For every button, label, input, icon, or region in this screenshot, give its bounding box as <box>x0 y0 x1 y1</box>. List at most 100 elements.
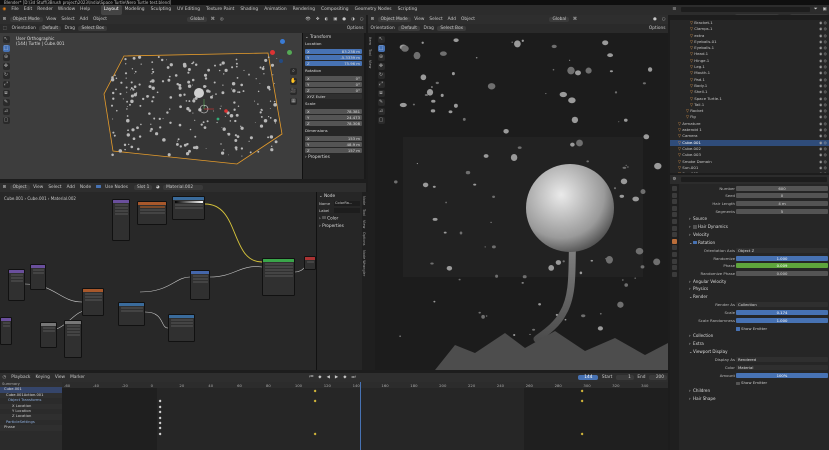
mode-selector[interactable]: Object Mode <box>9 17 43 22</box>
section-collection[interactable]: Collection <box>679 332 829 340</box>
rotation-mode-dropdown[interactable]: XYZ Euler <box>305 93 362 99</box>
outliner-type-icon[interactable]: ☰ <box>670 7 679 12</box>
right-editor-type-icon[interactable]: ⊞ <box>368 17 377 22</box>
scene-tab-icon[interactable] <box>672 212 677 218</box>
node-tab-node-wrangler[interactable]: Node Wrangler <box>362 246 366 276</box>
right-drag-dropdown[interactable]: Select Box <box>437 26 467 31</box>
node-tab-view[interactable]: View <box>362 216 366 228</box>
timeline-type-icon[interactable]: ◷ <box>0 375 9 380</box>
visibility-eye-icon[interactable]: ◉ ◎ <box>819 171 827 173</box>
properties-search[interactable] <box>680 177 827 182</box>
shading-render-icon[interactable]: ○ <box>357 17 366 22</box>
section-physics[interactable]: Physics <box>679 285 829 293</box>
visibility-icon[interactable]: 👁 <box>303 17 313 22</box>
node-colorramp[interactable] <box>172 196 205 220</box>
show-emitter-checkbox[interactable]: Show Emitter <box>736 326 767 331</box>
node-name-input[interactable]: ColorRa... <box>334 200 360 206</box>
tab-modeling[interactable]: Modeling <box>122 5 148 15</box>
data-tab-icon[interactable] <box>672 258 677 264</box>
camera-view-icon[interactable]: 🎥 <box>290 88 297 95</box>
options-dropdown[interactable]: Options <box>344 26 366 31</box>
render-tab-icon[interactable] <box>672 192 677 198</box>
timeline-area[interactable]: -60 -40 -20 0 20 40 60 80 100 120 140 160 180 200 220 2… <box>62 382 668 450</box>
transform-orientation[interactable]: Global <box>187 17 208 22</box>
prev-key-icon[interactable]: ◆ <box>316 375 324 380</box>
jump-end-icon[interactable]: ⏭ <box>349 375 358 380</box>
gizmo-icon[interactable]: ✥ <box>313 17 322 22</box>
playhead[interactable] <box>360 382 361 450</box>
outliner-search[interactable] <box>680 7 810 12</box>
play-reverse-icon[interactable]: ◀ <box>324 375 332 380</box>
keyframe-marker-selected[interactable] <box>313 389 317 393</box>
keyframe-marker[interactable] <box>158 426 162 430</box>
prop-randomize-phase-field[interactable]: 0.000 <box>736 271 828 277</box>
keyframe-marker-selected[interactable] <box>313 399 317 403</box>
keyframe-marker[interactable] <box>158 410 162 414</box>
zoom-icon[interactable]: ⌕ <box>290 68 297 75</box>
material-tab-icon[interactable] <box>672 265 677 271</box>
right-mode-selector[interactable]: Object Mode <box>377 17 411 22</box>
node-output[interactable] <box>304 256 316 270</box>
menu-keying[interactable]: Keying <box>33 375 52 380</box>
material-selector[interactable]: Material.002 <box>163 185 204 190</box>
scale-z-field[interactable]: Z 78.308 <box>305 120 362 126</box>
overlay-icon[interactable]: ◐ <box>322 17 331 22</box>
node-bump[interactable] <box>118 302 145 326</box>
node-menu-node[interactable]: Node <box>77 185 93 190</box>
tab-animation[interactable]: Animation <box>261 5 289 15</box>
node-section-header[interactable]: ⌄ Node <box>317 192 362 200</box>
gizmo-z-icon[interactable] <box>280 39 285 44</box>
keyframe-marker-selected[interactable] <box>580 389 584 393</box>
use-nodes-checkbox[interactable]: Use Nodes <box>94 184 133 190</box>
menu-add[interactable]: Add <box>77 17 90 22</box>
gizmo-y-icon[interactable] <box>287 50 292 55</box>
prop-phase-field[interactable]: 0.009 <box>736 263 828 269</box>
perspective-toggle-icon[interactable]: ▦ <box>290 98 297 105</box>
tab-layout[interactable]: Layout <box>100 5 122 15</box>
node-menu-add[interactable]: Add <box>64 185 77 190</box>
right-menu-select[interactable]: Select <box>427 17 445 22</box>
section-velocity[interactable]: Velocity <box>679 231 829 239</box>
shading-material-icon[interactable]: ◑ <box>349 17 358 22</box>
rotation-x-field[interactable]: X 0° <box>305 75 362 81</box>
gizmo-neg-z-icon[interactable] <box>279 59 283 63</box>
right-shading-render-icon[interactable]: ○ <box>659 17 668 22</box>
node-object-dropdown[interactable]: Object <box>9 185 30 190</box>
section-children[interactable]: Children <box>679 387 829 395</box>
section-source[interactable]: Source <box>679 215 829 223</box>
section-hair-shape[interactable]: Hair Shape <box>679 395 829 403</box>
location-x-field[interactable]: X 83.238 m <box>305 48 362 54</box>
dimension-y-field[interactable]: Y 48.9 m <box>305 141 362 147</box>
tab-rendering[interactable]: Rendering <box>290 5 318 15</box>
start-frame-field[interactable]: 1 <box>615 375 634 380</box>
location-z-field[interactable]: Z 75.96 m <box>305 60 362 66</box>
section-viewport-display[interactable]: Viewport Display <box>679 348 829 356</box>
right-tab-tool[interactable]: Tool <box>368 45 372 56</box>
prop-scale-field[interactable]: 0.174 <box>736 310 828 316</box>
scale-y-field[interactable]: Y 24.473 <box>305 114 362 120</box>
menu-edit[interactable]: Edit <box>21 5 35 15</box>
tab-uv-editing[interactable]: UV Editing <box>174 5 203 15</box>
node-tab-node[interactable]: Node <box>362 192 366 205</box>
section-hair-dynamics[interactable]: Hair Dynamics <box>679 223 829 231</box>
tab-texture-paint[interactable]: Texture Paint <box>203 5 237 15</box>
node-mix[interactable] <box>168 314 195 342</box>
outliner-item[interactable]: ▽ Sun.002◉ ◎ <box>670 171 829 173</box>
menu-file[interactable]: File <box>9 5 21 15</box>
jump-start-icon[interactable]: ⏮ <box>307 375 316 380</box>
outliner-new-collection-icon[interactable]: ▣ <box>820 7 829 12</box>
play-icon[interactable]: ▶ <box>332 375 340 380</box>
node-editor-type-icon[interactable]: ⊞ <box>0 185 9 190</box>
keyframe-marker[interactable] <box>158 405 162 409</box>
keyframe-marker-selected[interactable] <box>313 432 317 436</box>
right-tab-view[interactable]: View <box>368 56 372 68</box>
snap-icon[interactable]: ⌘ <box>208 17 217 22</box>
physics-tab-icon[interactable] <box>672 245 677 251</box>
prop-display-as-dropdown[interactable]: Rendered <box>736 357 828 363</box>
prop-render-as-dropdown[interactable]: Collection <box>736 302 828 308</box>
node-menu-view[interactable]: View <box>31 185 46 190</box>
right-tab-item[interactable]: Item <box>368 33 372 45</box>
node-mapping[interactable] <box>112 199 130 241</box>
right-options-dropdown[interactable]: Options <box>646 26 668 31</box>
section-render[interactable]: Render <box>679 293 829 301</box>
